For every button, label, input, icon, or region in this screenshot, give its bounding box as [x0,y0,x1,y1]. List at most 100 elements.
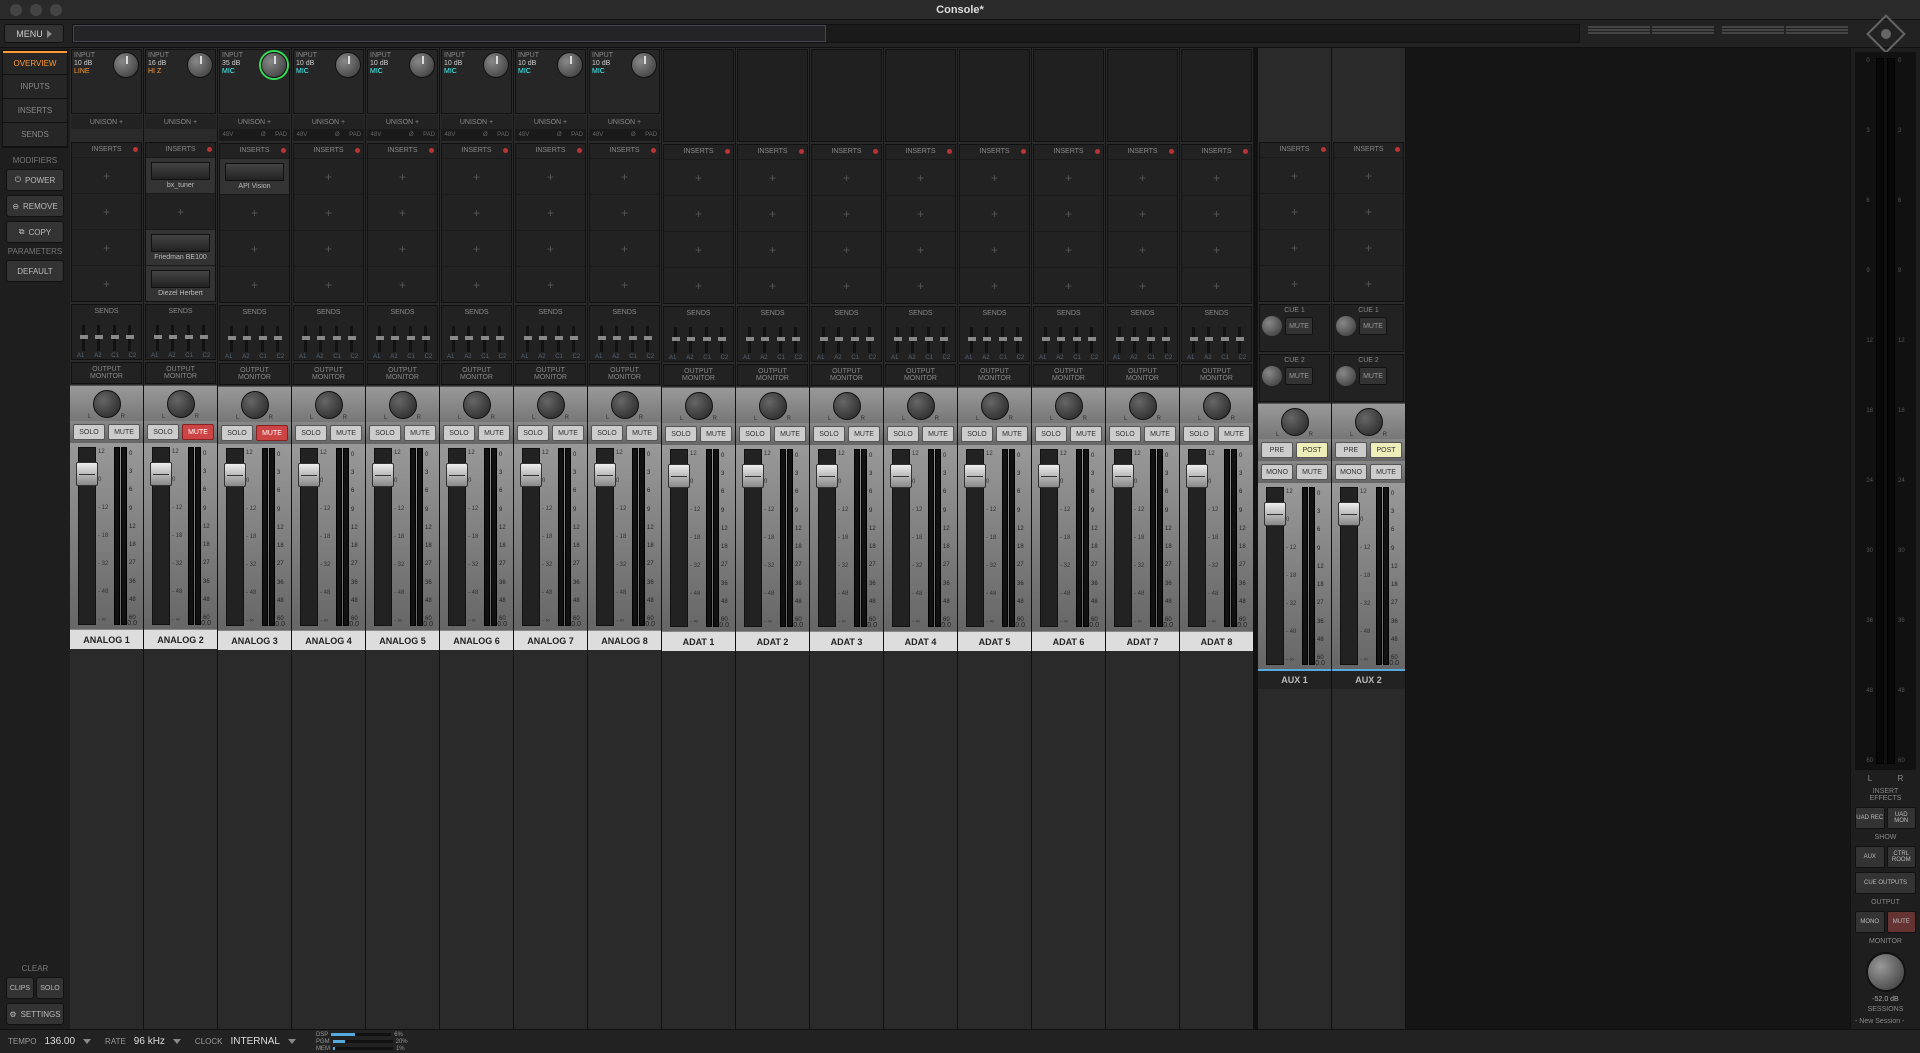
mic-flag-Ø[interactable]: Ø [625,129,643,141]
mic-flag-48V[interactable]: 48V [293,129,311,141]
send-slider-2[interactable] [853,327,856,353]
insert-slot-2[interactable]: + [960,231,1029,267]
send-slider-3[interactable] [646,326,649,352]
insert-slot-3[interactable]: + [72,265,141,301]
send-slider-3[interactable] [350,326,353,352]
fader-cap[interactable] [1264,502,1286,526]
solo-button[interactable]: SOLO [295,425,327,441]
insert-slot-1[interactable]: + [738,195,807,231]
fader[interactable] [522,448,540,626]
insert-slot-2[interactable]: + [1334,229,1403,265]
insert-slot-0[interactable]: + [1108,159,1177,195]
insert-slot-3[interactable]: + [516,266,585,302]
insert-slot-1[interactable]: + [664,195,733,231]
send-slider-0[interactable] [1044,327,1047,353]
mute-button[interactable]: MUTE [1370,464,1402,480]
fader-cap[interactable] [150,462,172,486]
send-slider-3[interactable] [720,327,723,353]
insert-slot-2[interactable]: + [442,230,511,266]
insert-slot-2[interactable]: + [590,230,659,266]
insert-slot-1[interactable]: + [516,194,585,230]
output-selector[interactable]: OUTPUTMONITOR [441,363,512,385]
unison-slot[interactable]: UNISON + [367,115,438,129]
solo-button[interactable]: SOLO [887,426,919,442]
mute-button[interactable]: MUTE [996,426,1028,442]
output-selector[interactable]: OUTPUTMONITOR [663,364,734,386]
send-slider-1[interactable] [245,326,248,352]
fader-cap[interactable] [1338,502,1360,526]
unison-slot[interactable]: UNISON + [441,115,512,129]
mute-button[interactable]: MUTE [1070,426,1102,442]
gain-knob[interactable] [631,52,657,78]
send-slider-2[interactable] [779,327,782,353]
send-slider-1[interactable] [1133,327,1136,353]
send-slider-1[interactable] [689,327,692,353]
send-slider-3[interactable] [572,326,575,352]
channel-name[interactable]: AUX 2 [1332,669,1405,689]
gain-knob[interactable] [409,52,435,78]
channel-name[interactable]: ADAT 6 [1032,631,1105,651]
insert-slot-1[interactable]: + [72,193,141,229]
send-slider-2[interactable] [409,326,412,352]
pre-button[interactable]: PRE [1335,442,1367,458]
mute-button[interactable]: MUTE [182,424,214,440]
channel-name[interactable]: ANALOG 1 [70,629,143,649]
fader[interactable] [374,448,392,626]
insert-slot-3[interactable]: + [812,267,881,303]
uad-mon-button[interactable]: UAD MON [1887,807,1917,829]
mute-button[interactable]: MUTE [848,426,880,442]
send-slider-3[interactable] [1090,327,1093,353]
insert-slot-3[interactable]: + [590,266,659,302]
channel-name[interactable]: ADAT 5 [958,631,1031,651]
unison-slot[interactable]: UNISON + [71,115,142,129]
solo-button[interactable]: SOLO [1183,426,1215,442]
cue-knob[interactable] [1336,366,1356,386]
mic-flag-PAD[interactable]: PAD [642,129,660,141]
unison-slot[interactable]: UNISON + [219,115,290,129]
aux-overview-2[interactable] [1720,24,1850,43]
fader-cap[interactable] [964,464,986,488]
send-slider-2[interactable] [631,326,634,352]
insert-slot-2[interactable]: + [738,231,807,267]
input-type-selector[interactable]: MIC [518,68,539,75]
fader[interactable] [1188,449,1206,627]
mute-button[interactable]: MUTE [922,426,954,442]
send-slider-3[interactable] [424,326,427,352]
fader-cap[interactable] [816,464,838,488]
send-slider-3[interactable] [276,326,279,352]
input-type-selector[interactable]: MIC [296,68,317,75]
output-selector[interactable]: OUTPUTMONITOR [811,364,882,386]
insert-slot-0[interactable]: + [1034,159,1103,195]
send-slider-0[interactable] [748,327,751,353]
channel-name[interactable]: ADAT 7 [1106,631,1179,651]
output-selector[interactable]: OUTPUTMONITOR [1107,364,1178,386]
channel-name[interactable]: ADAT 1 [662,631,735,651]
channel-name[interactable]: ADAT 8 [1180,631,1253,651]
tempo-field[interactable]: TEMPO136.00 [8,1036,91,1047]
insert-slot-2[interactable]: + [220,230,289,266]
output-selector[interactable]: OUTPUTMONITOR [145,362,216,384]
mic-flag-Ø[interactable]: Ø [329,129,347,141]
cue-mute-button[interactable]: MUTE [1359,367,1387,385]
send-slider-0[interactable] [970,327,973,353]
solo-button[interactable]: SOLO [1109,426,1141,442]
solo-button[interactable]: SOLO [221,425,253,441]
clear-solo-button[interactable]: SOLO [36,977,64,999]
mic-flag-48V[interactable]: 48V [219,129,237,141]
fader-cap[interactable] [446,463,468,487]
post-button[interactable]: POST [1296,442,1328,458]
input-type-selector[interactable]: MIC [222,68,243,75]
mic-flag-PAD[interactable]: PAD [420,129,438,141]
send-slider-3[interactable] [498,326,501,352]
send-slider-1[interactable] [911,327,914,353]
pre-button[interactable]: PRE [1261,442,1293,458]
output-selector[interactable]: OUTPUTMONITOR [515,363,586,385]
send-slider-1[interactable] [1059,327,1062,353]
insert-slot-1[interactable]: + [1260,193,1329,229]
fader-cap[interactable] [298,463,320,487]
insert-slot-3[interactable]: + [960,267,1029,303]
fader-cap[interactable] [890,464,912,488]
insert-slot-3[interactable]: + [738,267,807,303]
input-type-selector[interactable]: MIC [592,68,613,75]
send-slider-0[interactable] [452,326,455,352]
